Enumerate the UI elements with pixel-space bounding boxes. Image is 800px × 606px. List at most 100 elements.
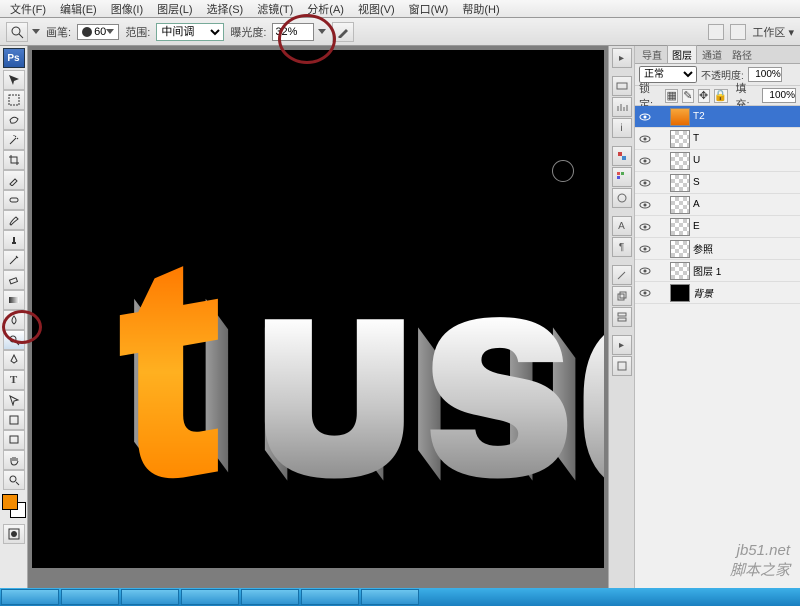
gradient-tool[interactable]: [3, 290, 25, 310]
swatches-icon[interactable]: [612, 167, 632, 187]
move-tool[interactable]: [3, 70, 25, 90]
panel-toggle-icon[interactable]: ▸: [612, 48, 632, 68]
layer-row[interactable]: S: [635, 172, 800, 194]
taskbar-button[interactable]: [361, 589, 419, 605]
menu-layer[interactable]: 图层(L): [151, 0, 198, 18]
lasso-tool[interactable]: [3, 110, 25, 130]
menu-image[interactable]: 图像(I): [105, 0, 149, 18]
tab-paths[interactable]: 路径: [727, 45, 757, 63]
tab-layers[interactable]: 图层: [667, 45, 697, 63]
canvas-area: [28, 46, 608, 588]
exposure-input[interactable]: [272, 23, 314, 41]
range-select[interactable]: 中间调: [156, 23, 224, 41]
color-icon[interactable]: [612, 146, 632, 166]
notes-tool[interactable]: [3, 430, 25, 450]
doc-icon[interactable]: [708, 24, 724, 40]
crop-tool[interactable]: [3, 150, 25, 170]
taskbar-button[interactable]: [121, 589, 179, 605]
menu-window[interactable]: 窗口(W): [403, 0, 455, 18]
document-canvas[interactable]: [32, 50, 604, 568]
blur-tool[interactable]: [3, 310, 25, 330]
eraser-tool[interactable]: [3, 270, 25, 290]
path-select-tool[interactable]: [3, 390, 25, 410]
layer-thumbnail: [670, 218, 690, 236]
zoom-tool[interactable]: [3, 470, 25, 490]
visibility-eye-icon[interactable]: [638, 176, 652, 190]
actions-icon[interactable]: ▸: [612, 335, 632, 355]
exposure-slider-toggle[interactable]: [318, 29, 326, 34]
screen-mode-icon[interactable]: [730, 24, 746, 40]
fill-input[interactable]: [762, 88, 796, 103]
dodge-tool[interactable]: [3, 330, 25, 350]
lock-pixels-icon[interactable]: ✎: [682, 89, 694, 103]
taskbar-button[interactable]: [181, 589, 239, 605]
pen-tool[interactable]: [3, 350, 25, 370]
paragraph-icon[interactable]: ¶: [612, 237, 632, 257]
type-tool[interactable]: T: [3, 370, 25, 390]
character-icon[interactable]: A: [612, 216, 632, 236]
taskbar-button[interactable]: [1, 589, 59, 605]
visibility-eye-icon[interactable]: [638, 242, 652, 256]
eyedropper-tool[interactable]: [3, 170, 25, 190]
layer-row[interactable]: 图层 1: [635, 260, 800, 282]
info-icon[interactable]: i: [612, 118, 632, 138]
marquee-tool[interactable]: [3, 90, 25, 110]
menu-filter[interactable]: 滤镜(T): [251, 0, 299, 18]
styles-icon[interactable]: [612, 188, 632, 208]
stamp-tool[interactable]: [3, 230, 25, 250]
menu-select[interactable]: 选择(S): [201, 0, 250, 18]
tool-presets-icon[interactable]: [612, 307, 632, 327]
lock-all-icon[interactable]: 🔒: [714, 89, 728, 103]
histogram-icon[interactable]: [612, 97, 632, 117]
shape-tool[interactable]: [3, 410, 25, 430]
brush-picker[interactable]: 60: [77, 24, 119, 40]
foreground-color[interactable]: [2, 494, 18, 510]
menu-analysis[interactable]: 分析(A): [301, 0, 350, 18]
brushes-icon[interactable]: [612, 265, 632, 285]
taskbar-button[interactable]: [301, 589, 359, 605]
visibility-eye-icon[interactable]: [638, 154, 652, 168]
current-tool-icon[interactable]: [6, 22, 28, 42]
visibility-eye-icon[interactable]: [638, 220, 652, 234]
visibility-eye-icon[interactable]: [638, 132, 652, 146]
wand-tool[interactable]: [3, 130, 25, 150]
lock-transparency-icon[interactable]: ▦: [665, 89, 677, 103]
layer-name: U: [693, 155, 797, 166]
taskbar-button[interactable]: [61, 589, 119, 605]
layer-row[interactable]: U: [635, 150, 800, 172]
menu-file[interactable]: 文件(F): [4, 0, 52, 18]
tab-channels[interactable]: 通道: [697, 45, 727, 63]
layer-row[interactable]: 背景: [635, 282, 800, 304]
tab-navigator[interactable]: 导直: [637, 45, 667, 63]
navigator-icon[interactable]: [612, 76, 632, 96]
menu-edit[interactable]: 编辑(E): [54, 0, 103, 18]
tool-preset-dropdown[interactable]: [32, 29, 40, 34]
menu-view[interactable]: 视图(V): [352, 0, 401, 18]
history-brush-tool[interactable]: [3, 250, 25, 270]
color-swatches[interactable]: [2, 494, 26, 518]
clone-icon[interactable]: [612, 286, 632, 306]
airbrush-toggle[interactable]: [332, 22, 354, 42]
layer-row[interactable]: A: [635, 194, 800, 216]
visibility-eye-icon[interactable]: [638, 198, 652, 212]
menu-bar: 文件(F) 编辑(E) 图像(I) 图层(L) 选择(S) 滤镜(T) 分析(A…: [0, 0, 800, 18]
layer-row[interactable]: T2: [635, 106, 800, 128]
brush-cursor: [552, 160, 574, 182]
workspace-menu[interactable]: 工作区 ▾: [752, 24, 794, 40]
taskbar-button[interactable]: [241, 589, 299, 605]
hand-tool[interactable]: [3, 450, 25, 470]
layer-name: 背景: [693, 285, 797, 300]
visibility-eye-icon[interactable]: [638, 110, 652, 124]
visibility-eye-icon[interactable]: [638, 286, 652, 300]
visibility-eye-icon[interactable]: [638, 264, 652, 278]
layer-row[interactable]: T: [635, 128, 800, 150]
layers-comp-icon[interactable]: [612, 356, 632, 376]
brush-tool[interactable]: [3, 210, 25, 230]
layer-row[interactable]: 参照: [635, 238, 800, 260]
layer-row[interactable]: E: [635, 216, 800, 238]
layer-thumbnail: [670, 152, 690, 170]
healing-tool[interactable]: [3, 190, 25, 210]
lock-position-icon[interactable]: ✥: [698, 89, 710, 103]
menu-help[interactable]: 帮助(H): [456, 0, 505, 18]
quickmask-toggle[interactable]: [3, 524, 25, 544]
